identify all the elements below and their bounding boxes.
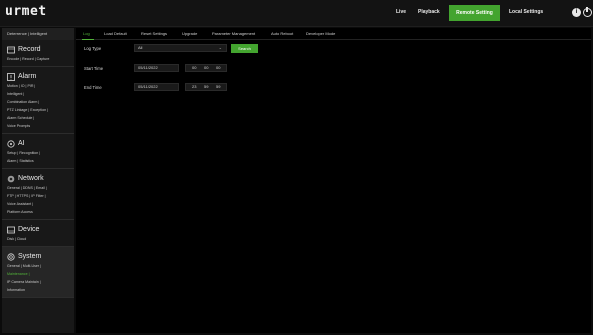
- sidebar-section-system[interactable]: System General | Multi-User | Maintenanc…: [2, 247, 74, 298]
- sidebar-sub-system-4[interactable]: Information: [7, 286, 74, 294]
- end-minute[interactable]: 59: [204, 84, 208, 90]
- start-hour[interactable]: 00: [192, 65, 196, 71]
- end-time-input[interactable]: 23 59 59: [185, 83, 227, 91]
- sidebar-section-record[interactable]: Record Encode | Record | Capture: [2, 40, 74, 67]
- sidebar-sub-system-3[interactable]: IP Camera Maintain |: [7, 278, 74, 286]
- sidebar-title-device: Device: [18, 226, 40, 233]
- sidebar-title-network: Network: [18, 175, 44, 182]
- nav-live[interactable]: Live: [396, 9, 406, 15]
- sidebar-sub-network-2[interactable]: FTP | HTTPS | IP Filter |: [7, 192, 74, 200]
- device-icon: [7, 226, 15, 234]
- tab-load-default[interactable]: Load Default: [104, 31, 127, 36]
- active-tab-underline: [82, 39, 94, 40]
- record-icon: [7, 46, 15, 54]
- tab-log[interactable]: Log: [83, 31, 90, 36]
- top-bar: urmet Live Playback Remote Setting Local…: [0, 0, 593, 27]
- sidebar-title-alarm: Alarm: [18, 73, 37, 80]
- sidebar-title-record: Record: [18, 46, 41, 53]
- start-second[interactable]: 00: [216, 65, 220, 71]
- sidebar-sub-record[interactable]: Encode | Record | Capture: [7, 55, 74, 63]
- sidebar-sub-ai-1[interactable]: Setup | Recognition |: [7, 149, 74, 157]
- tab-auto-reboot[interactable]: Auto Reboot: [271, 31, 293, 36]
- start-date-input[interactable]: 05/11/2022: [134, 64, 179, 72]
- search-button[interactable]: Search: [231, 44, 258, 53]
- ai-icon: [7, 139, 15, 148]
- sidebar-sub-network-4[interactable]: Platform Access: [7, 208, 74, 216]
- sidebar-sub-system-2[interactable]: Maintenance |: [7, 270, 74, 278]
- nav-local-settings[interactable]: Local Settings: [509, 9, 543, 15]
- tab-reset-settings[interactable]: Reset Settings: [141, 31, 167, 36]
- sidebar-top-row[interactable]: Deterrence | Intelligent: [2, 28, 74, 40]
- network-icon: [7, 175, 15, 183]
- sidebar-sub-network-3[interactable]: Voice Assistant |: [7, 200, 74, 208]
- alarm-icon: [7, 72, 15, 81]
- end-time-label: End Time: [84, 85, 102, 90]
- sidebar-title-ai: AI: [18, 140, 25, 147]
- tab-parameter-management[interactable]: Parameter Management: [212, 31, 255, 36]
- start-minute[interactable]: 00: [204, 65, 208, 71]
- settings-sidebar: Deterrence | Intelligent Record Encode |…: [2, 28, 74, 333]
- content-area: Log Load Default Reset Settings Upgrade …: [76, 28, 591, 333]
- sidebar-section-device[interactable]: Device Disk | Cloud: [2, 220, 74, 247]
- brand-logo: urmet: [5, 4, 47, 19]
- sidebar-sub-alarm-5[interactable]: Alarm Schedule |: [7, 114, 74, 122]
- sidebar-sub-ai-2[interactable]: Alarm | Statistics: [7, 157, 74, 165]
- sidebar-sub-alarm-1[interactable]: Motion | IO | PIR |: [7, 82, 74, 90]
- end-date-input[interactable]: 05/11/2022: [134, 83, 179, 91]
- start-time-input[interactable]: 00 00 00: [185, 64, 227, 72]
- tab-upgrade[interactable]: Upgrade: [182, 31, 197, 36]
- log-type-value: All: [138, 45, 143, 50]
- sidebar-sub-system-1[interactable]: General | Multi-User |: [7, 262, 74, 270]
- sidebar-sub-alarm-3[interactable]: Combination Alarm |: [7, 98, 74, 106]
- sidebar-section-alarm[interactable]: Alarm Motion | IO | PIR | Intelligent | …: [2, 67, 74, 134]
- nav-playback[interactable]: Playback: [418, 9, 440, 15]
- system-icon: [7, 252, 15, 261]
- sidebar-sub-alarm-2[interactable]: Intelligent |: [7, 90, 74, 98]
- chevron-down-icon: ⌄: [218, 45, 222, 50]
- power-icon[interactable]: [583, 7, 592, 17]
- log-type-label: Log Type: [84, 46, 102, 51]
- sidebar-section-network[interactable]: Network General | DDNS | Email | FTP | H…: [2, 169, 74, 220]
- end-hour[interactable]: 23: [192, 84, 196, 90]
- sidebar-sub-device[interactable]: Disk | Cloud: [7, 235, 74, 243]
- nav-remote-setting[interactable]: Remote Setting: [449, 5, 500, 21]
- sidebar-section-ai[interactable]: AI Setup | Recognition | Alarm | Statist…: [2, 134, 74, 169]
- info-icon[interactable]: i: [572, 8, 581, 17]
- sidebar-sub-alarm-4[interactable]: PTZ Linkage | Exception |: [7, 106, 74, 114]
- start-time-label: Start Time: [84, 66, 104, 71]
- sidebar-sub-alarm-6[interactable]: Voice Prompts: [7, 122, 74, 130]
- tab-developer-mode[interactable]: Developer Mode: [306, 31, 335, 36]
- sidebar-sub-network-1[interactable]: General | DDNS | Email |: [7, 184, 74, 192]
- end-second[interactable]: 59: [216, 84, 220, 90]
- maintenance-tabs: Log Load Default Reset Settings Upgrade …: [76, 28, 591, 40]
- log-type-select[interactable]: All ⌄: [134, 44, 227, 52]
- sidebar-title-system: System: [18, 253, 42, 260]
